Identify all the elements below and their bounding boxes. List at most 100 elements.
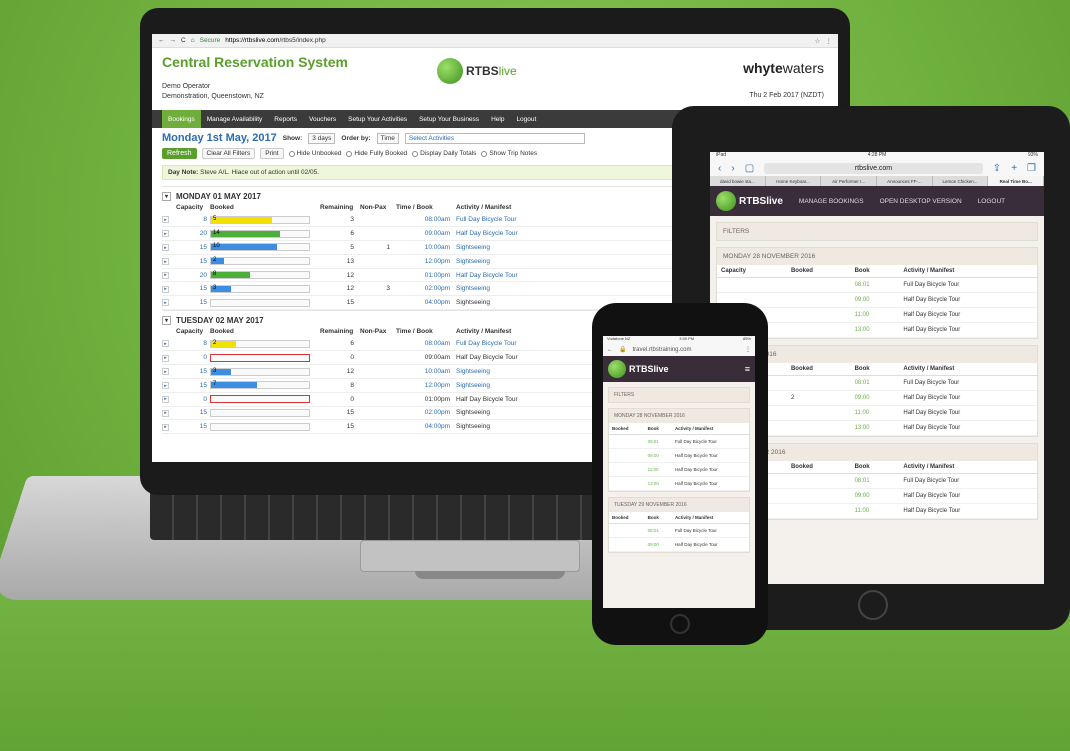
show-select[interactable]: 3 days: [308, 132, 336, 144]
tablet-menu-item[interactable]: OPEN DESKTOP VERSION: [880, 198, 962, 205]
activity-cell[interactable]: Full Day Bicycle Tour: [671, 434, 749, 449]
book-time-link[interactable]: 11:00: [850, 307, 900, 323]
time-book-link[interactable]: 10:00am: [396, 240, 456, 255]
table-row[interactable]: 13:00 Half Day Bicycle Tour: [609, 476, 749, 491]
book-time-link[interactable]: 09:00: [644, 448, 672, 463]
activity-cell[interactable]: Full Day Bicycle Tour: [899, 473, 1037, 489]
browser-tab[interactable]: Real Time Bo...: [988, 176, 1044, 186]
expand-row-icon[interactable]: ▸: [162, 382, 169, 390]
nav-item-bookings[interactable]: Bookings: [162, 110, 201, 128]
book-time-link[interactable]: 08:01: [850, 375, 900, 391]
tablet-filters-panel[interactable]: FILTERS: [716, 222, 1038, 241]
tablet-menu-item[interactable]: MANAGE BOOKINGS: [799, 198, 864, 205]
table-row[interactable]: 11:00 Half Day Bicycle Tour: [609, 462, 749, 477]
time-book-link[interactable]: 10:00am: [396, 364, 456, 379]
phone-day-title[interactable]: MONDAY 28 NOVEMBER 2016: [609, 409, 749, 423]
expand-row-icon[interactable]: ▸: [162, 409, 169, 417]
new-tab-icon[interactable]: +: [1011, 163, 1017, 174]
menu-icon[interactable]: ⋮: [745, 346, 751, 353]
table-row[interactable]: 09:00 Half Day Bicycle Tour: [717, 292, 1037, 308]
book-time-link[interactable]: 08:01: [644, 523, 672, 538]
nav-item-reports[interactable]: Reports: [268, 110, 303, 128]
activities-select[interactable]: Select Activities: [404, 132, 585, 144]
time-book-link[interactable]: 08:00am: [396, 337, 456, 352]
book-time-link[interactable]: 13:00: [644, 476, 672, 491]
refresh-button[interactable]: Refresh: [162, 148, 197, 159]
time-book-link[interactable]: 01:00pm: [396, 268, 456, 283]
phone-url-field[interactable]: travel.rtbstraining.com: [632, 347, 691, 353]
home-icon[interactable]: ⌂: [191, 37, 195, 44]
forward-arrow-icon[interactable]: →: [170, 37, 177, 44]
table-row[interactable]: 09:00 Half Day Bicycle Tour: [609, 448, 749, 463]
reload-icon[interactable]: C: [181, 37, 186, 44]
activity-cell[interactable]: Full Day Bicycle Tour: [899, 277, 1037, 293]
book-time-link[interactable]: 13:00: [850, 420, 900, 436]
time-book-link[interactable]: 02:00pm: [396, 281, 456, 297]
book-time-link[interactable]: 08:01: [644, 434, 672, 449]
activity-cell[interactable]: Half Day Bicycle Tour: [899, 405, 1037, 421]
expand-row-icon[interactable]: ▸: [162, 258, 169, 266]
expand-row-icon[interactable]: ▸: [162, 354, 169, 362]
forward-arrow-icon[interactable]: ›: [731, 163, 734, 174]
activity-cell[interactable]: Half Day Bicycle Tour: [899, 390, 1037, 406]
clear-filters-button[interactable]: Clear All Filters: [201, 148, 256, 159]
tabs-icon[interactable]: ❐: [1027, 163, 1036, 174]
book-time-link[interactable]: 08:01: [850, 277, 900, 293]
activity-cell[interactable]: Half Day Bicycle Tour: [899, 503, 1037, 519]
browser-tab[interactable]: Air Performer I...: [821, 176, 878, 186]
bookmarks-icon[interactable]: ▢: [745, 163, 754, 174]
activity-cell[interactable]: Half Day Bicycle Tour: [899, 420, 1037, 436]
activity-cell[interactable]: Half Day Bicycle Tour: [899, 322, 1037, 338]
book-time-link[interactable]: 09:00: [850, 488, 900, 504]
daily-totals-checkbox[interactable]: Display Daily Totals: [412, 150, 476, 157]
phone-home-button[interactable]: [670, 614, 690, 634]
expand-row-icon[interactable]: ▸: [162, 395, 169, 403]
activity-cell[interactable]: Half Day Bicycle Tour: [671, 462, 749, 477]
activity-cell[interactable]: Full Day Bicycle Tour: [899, 375, 1037, 391]
menu-icon[interactable]: ⋮: [826, 37, 833, 45]
nav-item-vouchers[interactable]: Vouchers: [303, 110, 342, 128]
phone-day-title[interactable]: TUESDAY 29 NOVEMBER 2016: [609, 498, 749, 512]
browser-tab[interactable]: Lemon Chicken...: [933, 176, 989, 186]
activity-cell[interactable]: Half Day Bicycle Tour: [671, 537, 749, 552]
activity-cell[interactable]: Half Day Bicycle Tour: [899, 292, 1037, 308]
expand-row-icon[interactable]: ▸: [162, 216, 169, 224]
expand-row-icon[interactable]: ▸: [162, 368, 169, 376]
book-time-link[interactable]: 11:00: [850, 503, 900, 519]
book-time-link[interactable]: 08:01: [850, 473, 900, 489]
time-book-link[interactable]: 12:00pm: [396, 254, 456, 269]
tablet-url-field[interactable]: rtbslive.com: [764, 162, 983, 174]
expand-row-icon[interactable]: ▸: [162, 271, 169, 279]
expand-row-icon[interactable]: ▸: [162, 244, 169, 252]
time-book-link[interactable]: 12:00pm: [396, 378, 456, 393]
book-time-link[interactable]: 09:00: [644, 537, 672, 552]
browser-tab[interactable]: Announces FF-...: [877, 176, 933, 186]
nav-item-setup-your-activities[interactable]: Setup Your Activities: [342, 110, 413, 128]
expand-row-icon[interactable]: ▸: [162, 285, 169, 293]
tablet-menu-item[interactable]: LOGOUT: [978, 198, 1005, 205]
time-book-link[interactable]: 01:00pm: [396, 392, 456, 407]
nav-item-help[interactable]: Help: [485, 110, 510, 128]
book-time-link[interactable]: 09:00: [850, 390, 900, 406]
book-time-link[interactable]: 11:00: [850, 405, 900, 421]
activity-cell[interactable]: Half Day Bicycle Tour: [671, 476, 749, 491]
star-icon[interactable]: ☆: [815, 37, 821, 45]
book-time-link[interactable]: 09:00: [850, 292, 900, 308]
time-book-link[interactable]: 09:00am: [396, 226, 456, 242]
back-arrow-icon[interactable]: ←: [158, 37, 165, 44]
back-arrow-icon[interactable]: ←: [607, 347, 613, 353]
browser-tab[interactable]: Home Keyboar...: [766, 176, 822, 186]
time-book-link[interactable]: 08:00am: [396, 213, 456, 228]
url-text[interactable]: https://rtbslive.com/rtbs5/index.php: [225, 37, 325, 44]
activity-cell[interactable]: Half Day Bicycle Tour: [899, 307, 1037, 323]
collapse-toggle-icon[interactable]: ▾: [162, 315, 171, 325]
tablet-home-button[interactable]: [858, 590, 888, 620]
time-book-link[interactable]: 09:00am: [396, 350, 456, 366]
collapse-toggle-icon[interactable]: ▾: [162, 191, 171, 201]
order-select[interactable]: Time: [376, 132, 399, 144]
book-time-link[interactable]: 11:00: [644, 462, 672, 477]
table-row[interactable]: 08:01 Full Day Bicycle Tour: [609, 434, 749, 449]
phone-filters-panel[interactable]: FILTERS: [608, 387, 750, 403]
activity-cell[interactable]: Half Day Bicycle Tour: [899, 488, 1037, 504]
trip-notes-checkbox[interactable]: Show Trip Notes: [481, 150, 537, 157]
